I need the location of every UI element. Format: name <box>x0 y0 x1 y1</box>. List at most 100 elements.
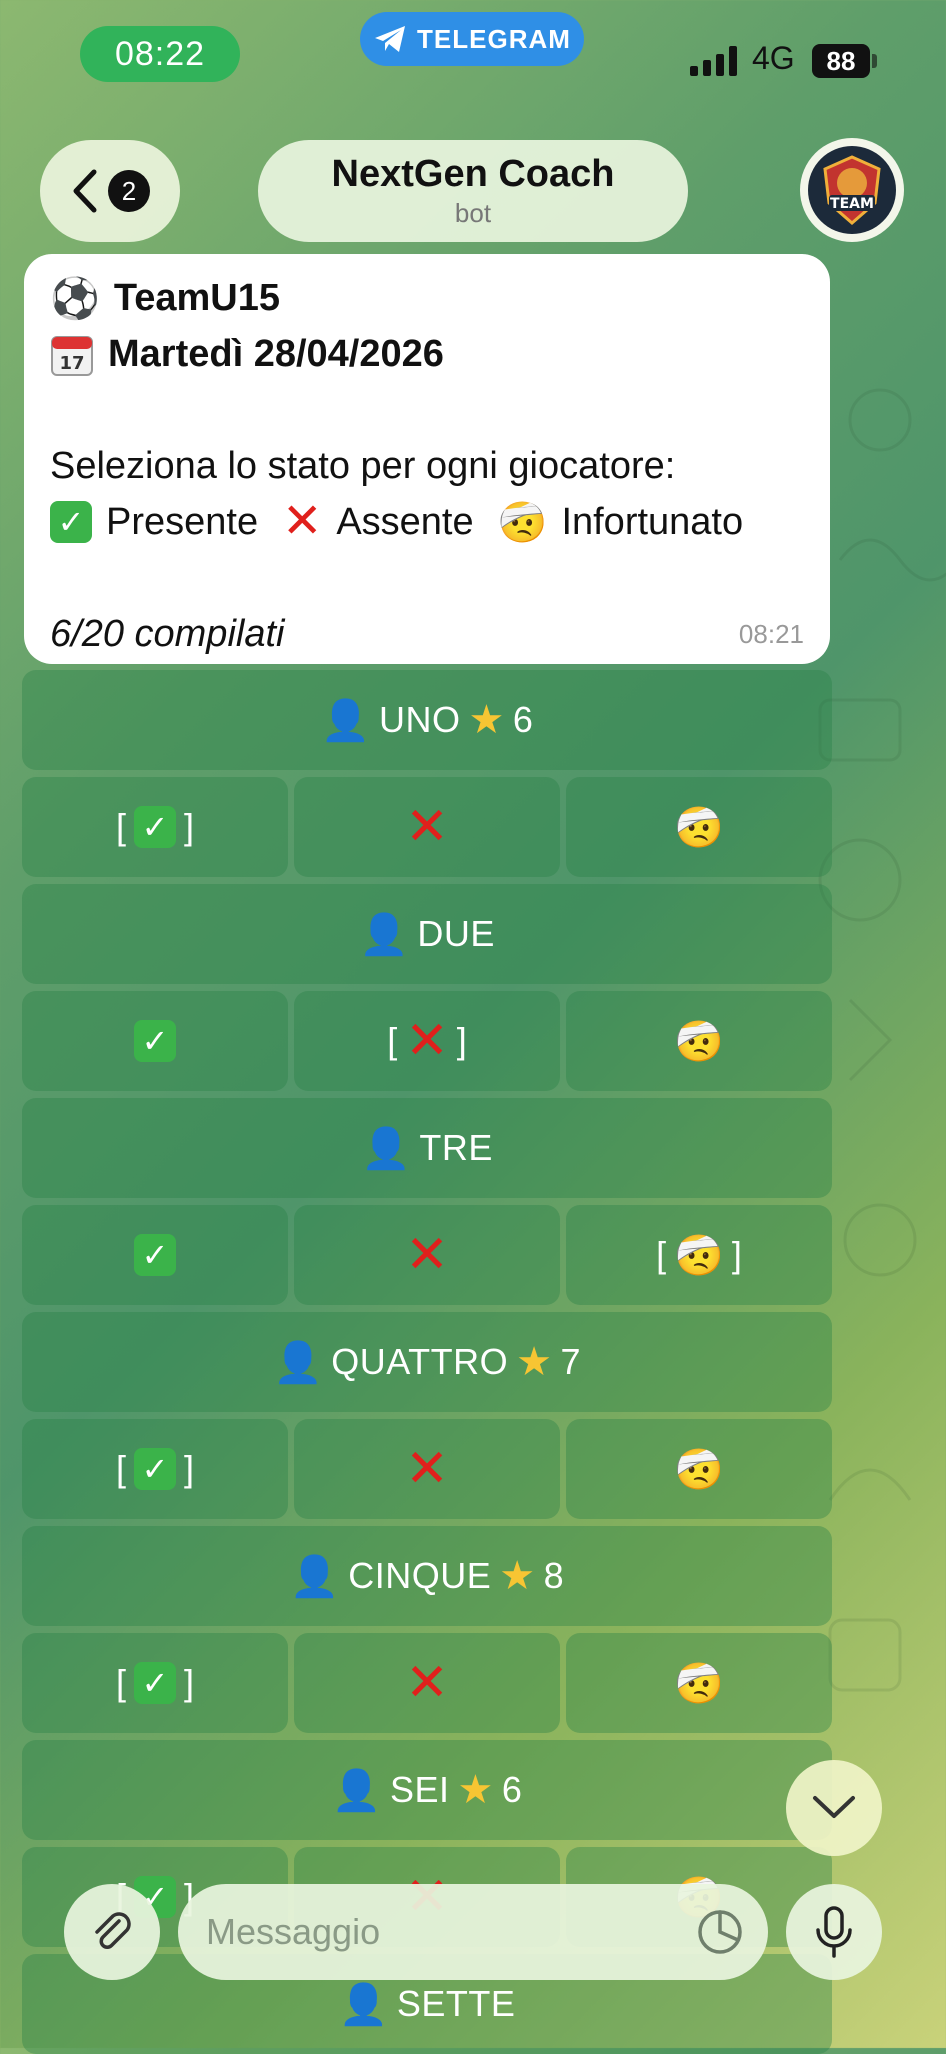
status-row: [✓] ✕ 🤕 <box>22 777 832 877</box>
battery-tip <box>872 54 877 68</box>
status-injured-button[interactable]: 🤕 <box>566 991 832 1091</box>
cross-icon: ✕ <box>405 1012 449 1070</box>
chat-subtitle: bot <box>454 198 492 228</box>
status-injured-button[interactable]: 🤕 <box>566 777 832 877</box>
injured-face-icon: 🤕 <box>674 1018 724 1065</box>
person-icon: 👤 <box>320 697 371 744</box>
microphone-icon <box>816 1906 852 1958</box>
bot-avatar[interactable]: TEAM <box>800 138 904 242</box>
status-time: 08:22 <box>80 26 240 82</box>
check-icon: ✓ <box>134 1662 176 1704</box>
unread-badge: 2 <box>108 170 150 212</box>
injured-face-icon: 🤕 <box>674 1232 724 1279</box>
bracket-right: ] <box>184 1662 195 1703</box>
bracket-right: ] <box>184 806 195 847</box>
injured-face-icon: 🤕 <box>674 1660 724 1707</box>
player-rating: 6 <box>512 699 534 740</box>
bracket-left: [ <box>115 1448 126 1489</box>
team-line: ⚽ TeamU15 <box>50 270 804 326</box>
injured-face-icon: 🤕 <box>674 804 724 851</box>
status-row: [✓] ✕ 🤕 <box>22 1633 832 1733</box>
cross-icon: ✕ <box>405 1226 449 1284</box>
telegram-pill-label: TELEGRAM <box>417 23 571 54</box>
legend-present: Presente <box>106 500 259 543</box>
chat-title[interactable]: NextGen Coach bot <box>258 140 688 242</box>
status-present-button[interactable]: [✓] <box>22 777 288 877</box>
back-button[interactable]: 2 <box>40 140 180 242</box>
status-bar: 08:22 TELEGRAM 4G 88 <box>0 0 946 110</box>
status-present-button[interactable]: [✓] <box>22 1633 288 1733</box>
player-row: 👤 TRE <box>22 1098 832 1198</box>
bracket-right: ] <box>731 1234 742 1275</box>
star-icon: ★ <box>499 1553 536 1599</box>
telegram-pill[interactable]: TELEGRAM <box>360 12 584 66</box>
check-icon: ✓ <box>134 1234 176 1276</box>
status-injured-button[interactable]: [🤕] <box>566 1205 832 1305</box>
player-name: CINQUE <box>348 1555 492 1596</box>
telegram-plane-icon <box>375 26 406 52</box>
status-absent-button[interactable]: ✕ <box>294 1419 560 1519</box>
voice-message-button[interactable] <box>786 1884 882 1980</box>
paperclip-icon <box>95 1912 131 1949</box>
player-rating: 8 <box>543 1555 565 1596</box>
scroll-down-button[interactable] <box>786 1760 882 1856</box>
status-absent-button[interactable]: ✕ <box>294 777 560 877</box>
check-icon: ✓ <box>134 1448 176 1490</box>
status-injured-button[interactable]: 🤕 <box>566 1419 832 1519</box>
status-row: [✓] ✕ 🤕 <box>22 1419 832 1519</box>
injured-face-icon: 🤕 <box>674 1446 724 1493</box>
bracket-right: ] <box>456 1020 467 1061</box>
legend-absent: Assente <box>336 500 474 543</box>
player-name-button[interactable]: 👤 DUE <box>22 884 832 984</box>
injured-face-icon: 🤕 <box>497 499 548 546</box>
bracket-right: ] <box>184 1448 195 1489</box>
person-icon: 👤 <box>272 1339 324 1386</box>
team-logo-icon: TEAM <box>808 146 896 234</box>
status-absent-button[interactable]: ✕ <box>294 1633 560 1733</box>
bracket-left: [ <box>656 1234 667 1275</box>
chat-name: NextGen Coach <box>331 153 615 195</box>
player-name: SETTE <box>396 1983 516 2024</box>
status-row: ✓ ✕ [🤕] <box>22 1205 832 1305</box>
player-name: SEI <box>389 1769 450 1810</box>
status-present-button[interactable]: [✓] <box>22 1419 288 1519</box>
team-name: TeamU15 <box>113 276 280 319</box>
player-name: DUE <box>417 913 495 954</box>
status-present-button[interactable]: ✓ <box>22 1205 288 1305</box>
cross-icon: ✕ <box>405 798 449 856</box>
date-line: 17 Martedì 28/04/2026 <box>50 326 804 382</box>
player-row: 👤 SEI ★ 6 <box>22 1740 832 1840</box>
status-present-button[interactable]: ✓ <box>22 991 288 1091</box>
cross-icon: ✕ <box>282 495 323 548</box>
attach-button[interactable] <box>64 1884 160 1980</box>
calendar-icon: 17 <box>51 336 93 376</box>
player-name-button[interactable]: 👤 SEI ★ 6 <box>22 1740 832 1840</box>
player-rating: 7 <box>560 1341 582 1382</box>
status-absent-button[interactable]: ✕ <box>294 1205 560 1305</box>
chevron-left-icon <box>73 169 97 213</box>
check-icon: ✓ <box>134 806 176 848</box>
bracket-left: [ <box>387 1020 398 1061</box>
status-absent-button[interactable]: [✕] <box>294 991 560 1091</box>
player-row: 👤 UNO ★ 6 <box>22 670 832 770</box>
player-name-button[interactable]: 👤 UNO ★ 6 <box>22 670 832 770</box>
player-name-button[interactable]: 👤 TRE <box>22 1098 832 1198</box>
player-name-button[interactable]: 👤 CINQUE ★ 8 <box>22 1526 832 1626</box>
message-input[interactable] <box>204 1910 688 1954</box>
svg-text:17: 17 <box>59 353 84 374</box>
sticker-icon[interactable] <box>694 1906 746 1958</box>
message-input-wrap[interactable] <box>178 1884 768 1980</box>
bracket-left: [ <box>115 1662 126 1703</box>
star-icon: ★ <box>468 697 505 743</box>
status-injured-button[interactable]: 🤕 <box>566 1633 832 1733</box>
status-row: ✓ [✕] 🤕 <box>22 991 832 1091</box>
check-icon: ✓ <box>134 1020 176 1062</box>
cross-icon: ✕ <box>405 1440 449 1498</box>
star-icon: ★ <box>516 1339 553 1385</box>
signal-icon <box>690 46 737 76</box>
person-icon: 👤 <box>359 911 410 958</box>
player-row: 👤 DUE <box>22 884 832 984</box>
player-name-button[interactable]: 👤 QUATTRO ★ 7 <box>22 1312 832 1412</box>
message-time: 08:21 <box>738 619 804 649</box>
